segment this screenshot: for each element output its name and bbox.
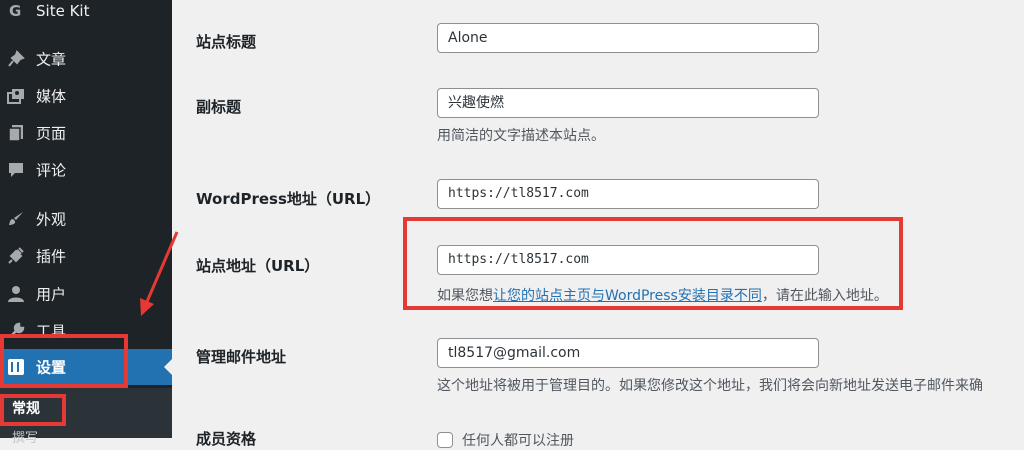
wp-address-input[interactable]: https://tl8517.com <box>437 179 819 209</box>
sidebar-item-media[interactable]: 媒体 <box>0 78 172 114</box>
sidebar-item-label: 媒体 <box>36 87 67 106</box>
membership-label: 成员资格 <box>196 430 257 448</box>
general-settings-form: 站点标题 Alone 副标题 兴趣使燃 用简洁的文字描述本站点。 WordPre… <box>172 0 1024 449</box>
site-address-desc-prefix: 如果您想 <box>437 288 493 304</box>
pages-icon <box>6 123 26 143</box>
plugin-icon <box>6 246 26 266</box>
sidebar-item-label: 文章 <box>36 50 67 69</box>
site-address-label: 站点地址（URL） <box>196 257 320 275</box>
settings-icon <box>6 357 26 377</box>
membership-checkbox[interactable] <box>437 432 453 448</box>
tagline-input[interactable]: 兴趣使燃 <box>437 88 819 118</box>
media-icon <box>6 86 26 106</box>
wp-address-label: WordPress地址（URL） <box>196 190 381 208</box>
tagline-label: 副标题 <box>196 98 242 116</box>
sidebar-item-comments[interactable]: 评论 <box>0 152 172 188</box>
sidebar-item-appearance[interactable]: 外观 <box>0 201 172 237</box>
site-address-input[interactable]: https://tl8517.com <box>437 245 819 275</box>
sidebar-item-label: 插件 <box>36 247 67 266</box>
site-title-label: 站点标题 <box>196 33 257 51</box>
sidebar-item-label: 页面 <box>36 124 67 143</box>
sidebar-item-label: 设置 <box>36 358 67 377</box>
sidebar-item-settings[interactable]: 设置 <box>0 349 172 385</box>
svg-text:G: G <box>9 2 21 20</box>
comment-icon <box>6 160 26 180</box>
admin-sidebar: G Site Kit 文章 媒体 页面 评论 外观 插件 用户 工具 设置 常规… <box>0 0 172 446</box>
active-indicator-arrow <box>164 359 172 375</box>
user-icon <box>6 284 26 304</box>
submenu-item-general[interactable]: 常规 <box>12 398 40 418</box>
pin-icon <box>6 49 26 69</box>
site-title-input[interactable]: Alone <box>437 23 819 53</box>
tagline-description: 用简洁的文字描述本站点。 <box>437 128 605 144</box>
google-g-icon: G <box>6 1 26 21</box>
sidebar-item-users[interactable]: 用户 <box>0 276 172 312</box>
sidebar-item-tools[interactable]: 工具 <box>0 313 172 349</box>
site-address-description: 如果您想让您的站点主页与WordPress安装目录不同，请在此输入地址。 <box>437 285 888 305</box>
sidebar-item-label: 工具 <box>36 322 67 341</box>
admin-email-input[interactable]: tl8517@gmail.com <box>437 338 819 368</box>
submenu-item-writing[interactable]: 撰写 <box>12 427 38 446</box>
sidebar-item-pages[interactable]: 页面 <box>0 115 172 151</box>
admin-email-label: 管理邮件地址 <box>196 348 287 366</box>
site-address-desc-suffix: ，请在此输入地址。 <box>761 288 888 304</box>
brush-icon <box>6 209 26 229</box>
site-address-desc-link[interactable]: 让您的站点主页与WordPress安装目录不同 <box>493 288 762 304</box>
admin-email-description: 这个地址将被用于管理目的。如果您修改这个地址，我们将会向新地址发送电子邮件来确 <box>437 378 983 394</box>
membership-checkbox-label: 任何人都可以注册 <box>462 433 574 449</box>
sidebar-item-posts[interactable]: 文章 <box>0 41 172 77</box>
sidebar-item-site-kit[interactable]: G Site Kit <box>0 0 172 29</box>
sidebar-item-label: Site Kit <box>36 2 90 20</box>
sidebar-item-label: 用户 <box>36 285 67 304</box>
settings-submenu: 常规 撰写 <box>0 388 172 446</box>
sidebar-item-label: 外观 <box>36 210 67 229</box>
sidebar-item-label: 评论 <box>36 161 67 180</box>
wrench-icon <box>6 321 26 341</box>
sidebar-item-plugins[interactable]: 插件 <box>0 238 172 274</box>
